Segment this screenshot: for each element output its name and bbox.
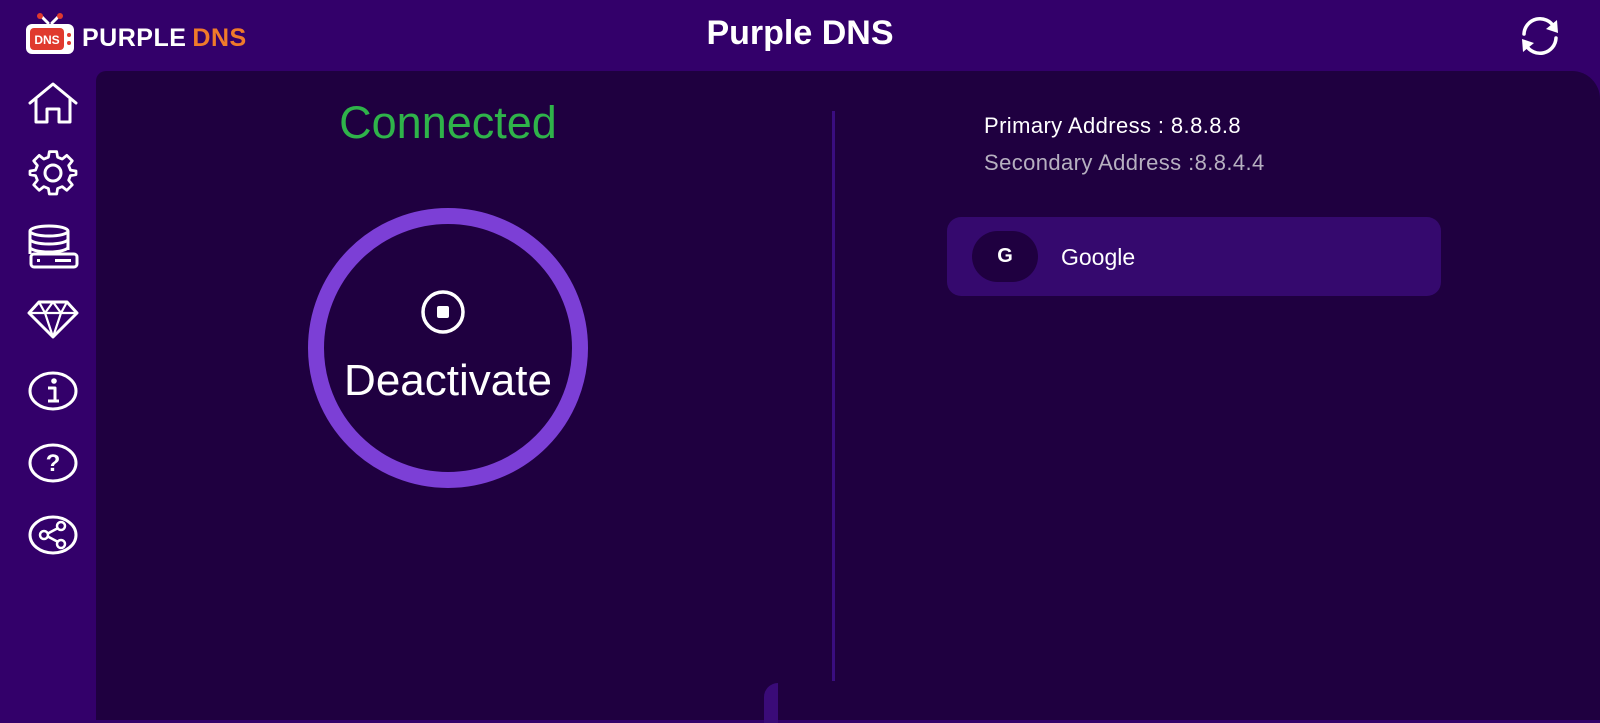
sidebar-item-servers[interactable] bbox=[26, 220, 80, 274]
stop-icon bbox=[421, 290, 465, 334]
diamond-icon bbox=[27, 300, 79, 339]
refresh-icon bbox=[1522, 17, 1558, 55]
sidebar: ? bbox=[0, 70, 96, 720]
page-title: Purple DNS bbox=[706, 14, 894, 52]
connection-status: Connected bbox=[339, 97, 557, 148]
provider-avatar: G bbox=[972, 231, 1038, 282]
svg-text:?: ? bbox=[46, 450, 61, 477]
panel-edge bbox=[764, 683, 778, 723]
home-icon bbox=[28, 82, 78, 124]
vertical-divider bbox=[832, 111, 835, 681]
sidebar-item-share[interactable] bbox=[26, 508, 80, 562]
gear-icon bbox=[28, 150, 78, 196]
dns-provider-card[interactable]: G Google bbox=[947, 217, 1441, 296]
main-panel: Connected Deactivate Primary Address : 8… bbox=[96, 71, 1600, 723]
top-bar: DNS PURPLE DNS Purple DNS bbox=[0, 0, 1600, 70]
deactivate-label: Deactivate bbox=[344, 356, 552, 405]
sidebar-item-help[interactable]: ? bbox=[26, 436, 80, 490]
sidebar-item-settings[interactable] bbox=[26, 148, 80, 202]
help-icon: ? bbox=[28, 443, 78, 483]
sidebar-item-premium[interactable] bbox=[26, 292, 80, 346]
sidebar-item-info[interactable] bbox=[26, 364, 80, 418]
deactivate-button[interactable]: Deactivate bbox=[308, 208, 588, 488]
primary-address: Primary Address : 8.8.8.8 bbox=[984, 113, 1241, 138]
info-icon bbox=[28, 371, 78, 411]
share-icon bbox=[28, 515, 78, 555]
provider-name: Google bbox=[1061, 244, 1136, 270]
database-icon bbox=[28, 224, 79, 269]
refresh-button[interactable] bbox=[1516, 14, 1564, 58]
sidebar-item-home[interactable] bbox=[26, 76, 80, 130]
secondary-address: Secondary Address :8.8.4.4 bbox=[984, 150, 1265, 175]
